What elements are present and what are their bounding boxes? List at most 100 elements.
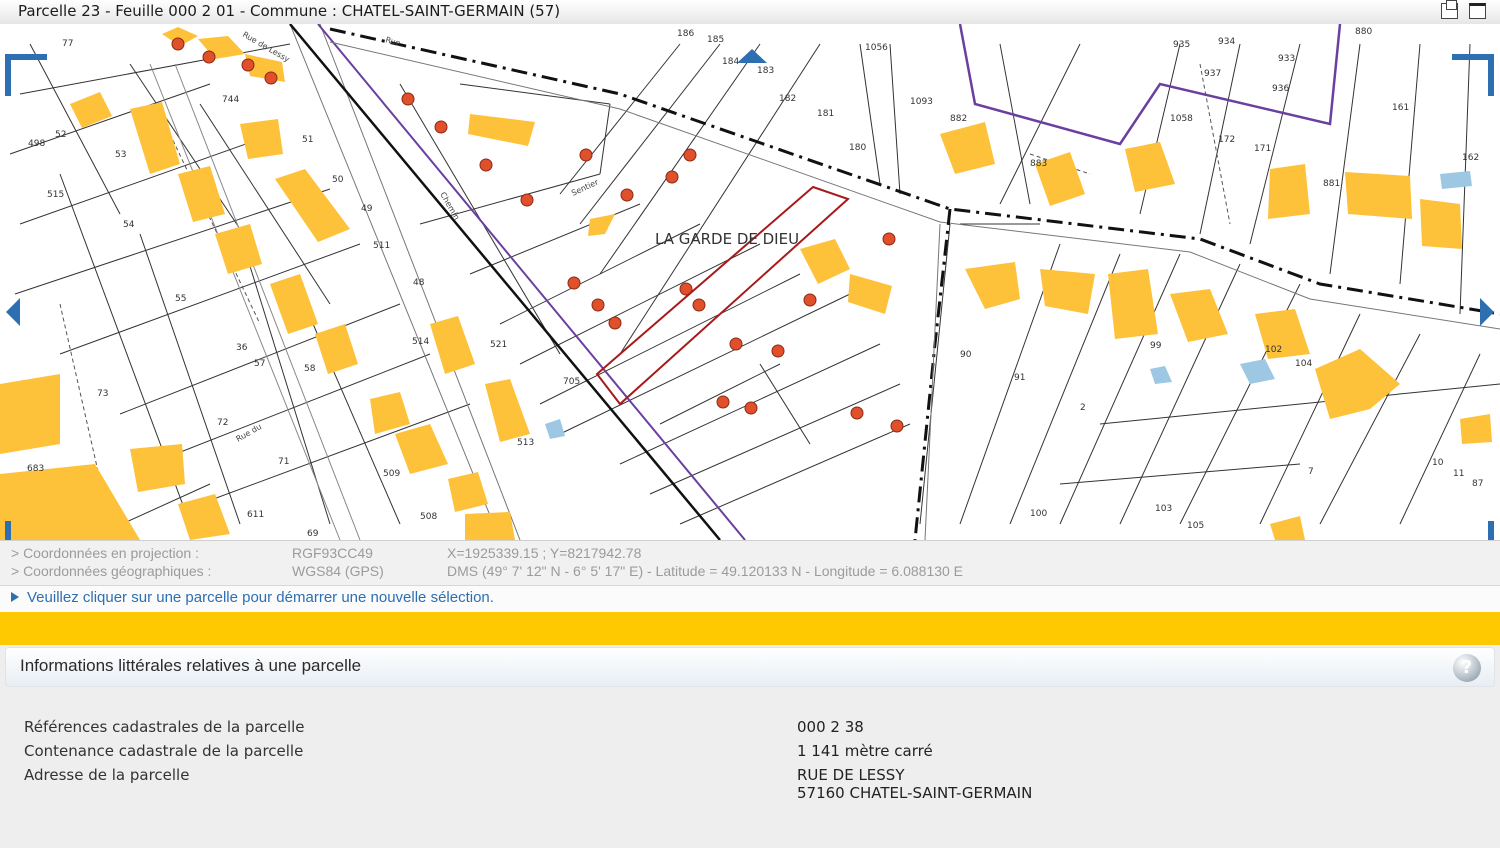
svg-text:883: 883: [1030, 159, 1047, 169]
roads: [149, 24, 1500, 540]
svg-text:182: 182: [779, 94, 796, 104]
svg-text:99: 99: [1150, 341, 1162, 351]
info-header: Informations littérales relatives à une …: [5, 647, 1495, 687]
svg-text:509: 509: [383, 469, 400, 479]
svg-text:744: 744: [222, 95, 239, 105]
svg-text:511: 511: [373, 241, 390, 251]
svg-text:72: 72: [217, 418, 228, 428]
address-street: RUE DE LESSY: [797, 766, 905, 784]
svg-text:49: 49: [361, 204, 373, 214]
svg-text:515: 515: [47, 190, 64, 200]
reference-value: 000 2 38: [797, 718, 864, 736]
window-title: Parcelle 23 - Feuille 000 2 01 - Commune…: [18, 2, 561, 20]
map-frame-corner: [5, 54, 47, 96]
svg-text:11: 11: [1453, 469, 1464, 479]
window-titlebar: Parcelle 23 - Feuille 000 2 01 - Commune…: [0, 0, 1500, 25]
geographic-value: DMS (49° 7' 12" N - 6° 5' 17" E) - Latit…: [447, 563, 964, 579]
play-arrow-icon: [11, 592, 19, 602]
projection-label: > Coordonnées en projection :: [11, 545, 199, 561]
svg-text:185: 185: [707, 35, 724, 45]
svg-text:52: 52: [55, 130, 66, 140]
svg-text:54: 54: [123, 220, 135, 230]
svg-text:105: 105: [1187, 521, 1204, 531]
svg-text:183: 183: [757, 66, 774, 76]
locality-label: LA GARDE DE DIEU: [655, 230, 799, 248]
svg-text:69: 69: [307, 529, 319, 539]
svg-text:683: 683: [27, 464, 44, 474]
svg-text:162: 162: [1462, 153, 1479, 163]
svg-text:Rue: Rue: [384, 35, 401, 48]
svg-text:161: 161: [1392, 103, 1409, 113]
svg-text:103: 103: [1155, 504, 1172, 514]
svg-text:934: 934: [1218, 37, 1235, 47]
svg-text:7: 7: [1308, 467, 1314, 477]
svg-text:933: 933: [1278, 54, 1295, 64]
reference-label: Références cadastrales de la parcelle: [24, 718, 305, 736]
svg-text:935: 935: [1173, 40, 1190, 50]
svg-text:705: 705: [563, 377, 580, 387]
svg-text:91: 91: [1014, 373, 1025, 383]
projection-row: > Coordonnées en projection : RGF93CC49 …: [0, 545, 1500, 563]
svg-text:1056: 1056: [865, 43, 888, 53]
map-frame-corner: [1452, 54, 1494, 96]
restore-window-icon[interactable]: [1441, 0, 1458, 19]
svg-text:77: 77: [62, 39, 73, 49]
parcel-info-panel: Informations littérales relatives à une …: [0, 645, 1500, 848]
selection-notice-text: Veuillez cliquer sur une parcelle pour d…: [27, 589, 494, 606]
map-canvas[interactable]: 77 744 52 498 53 515 54 55 51 50 49 511 48 36 57 5…: [0, 24, 1500, 540]
svg-text:611: 611: [247, 510, 264, 520]
svg-text:10: 10: [1432, 458, 1444, 468]
svg-text:172: 172: [1218, 135, 1235, 145]
svg-text:50: 50: [332, 175, 344, 185]
svg-text:73: 73: [97, 389, 108, 399]
selection-notice: Veuillez cliquer sur une parcelle pour d…: [0, 585, 1500, 613]
svg-text:57: 57: [254, 359, 265, 369]
svg-text:Sentier: Sentier: [570, 177, 600, 198]
svg-text:90: 90: [960, 350, 972, 360]
geographic-system: WGS84 (GPS): [292, 563, 384, 579]
separator-band: [0, 612, 1500, 645]
coordinates-panel: > Coordonnées en projection : RGF93CC49 …: [0, 540, 1500, 585]
svg-text:882: 882: [950, 114, 967, 124]
svg-text:881: 881: [1323, 179, 1340, 189]
pan-up-arrow-icon[interactable]: [737, 49, 767, 63]
svg-text:880: 880: [1355, 27, 1372, 37]
projection-value: X=1925339.15 ; Y=8217942.78: [447, 545, 642, 561]
svg-text:87: 87: [1472, 479, 1483, 489]
maximize-window-icon[interactable]: [1469, 3, 1486, 19]
parcel-lines: [9, 43, 1500, 535]
svg-text:1093: 1093: [910, 97, 933, 107]
svg-text:514: 514: [412, 337, 429, 347]
svg-text:937: 937: [1204, 69, 1221, 79]
svg-text:186: 186: [677, 29, 694, 39]
svg-text:521: 521: [490, 340, 507, 350]
svg-text:104: 104: [1295, 359, 1312, 369]
geographic-row: > Coordonnées géographiques : WGS84 (GPS…: [0, 563, 1500, 581]
svg-text:58: 58: [304, 364, 316, 374]
cadastral-map[interactable]: 77 744 52 498 53 515 54 55 51 50 49 511 48 36 57 5…: [0, 24, 1500, 540]
svg-text:51: 51: [302, 135, 313, 145]
info-title: Informations littérales relatives à une …: [20, 656, 362, 675]
svg-text:2: 2: [1080, 403, 1086, 413]
area-value: 1 141 mètre carré: [797, 742, 933, 760]
svg-text:936: 936: [1272, 84, 1289, 94]
svg-text:498: 498: [28, 139, 45, 149]
map-frame-corner: [5, 521, 47, 540]
svg-text:48: 48: [413, 278, 425, 288]
map-frame-corner: [1452, 521, 1494, 540]
svg-text:100: 100: [1030, 509, 1047, 519]
svg-text:513: 513: [517, 438, 534, 448]
address-city: 57160 CHATEL-SAINT-GERMAIN: [797, 784, 1033, 802]
help-icon[interactable]: ?: [1453, 654, 1481, 682]
pan-left-arrow-icon[interactable]: [6, 298, 20, 326]
svg-text:180: 180: [849, 143, 866, 153]
address-label: Adresse de la parcelle: [24, 766, 190, 784]
pan-right-arrow-icon[interactable]: [1480, 298, 1494, 326]
svg-text:102: 102: [1265, 345, 1282, 355]
geographic-label: > Coordonnées géographiques :: [11, 563, 212, 579]
svg-text:71: 71: [278, 457, 289, 467]
area-label: Contenance cadastrale de la parcelle: [24, 742, 304, 760]
svg-text:171: 171: [1254, 144, 1271, 154]
svg-text:1058: 1058: [1170, 114, 1193, 124]
svg-text:36: 36: [236, 343, 248, 353]
